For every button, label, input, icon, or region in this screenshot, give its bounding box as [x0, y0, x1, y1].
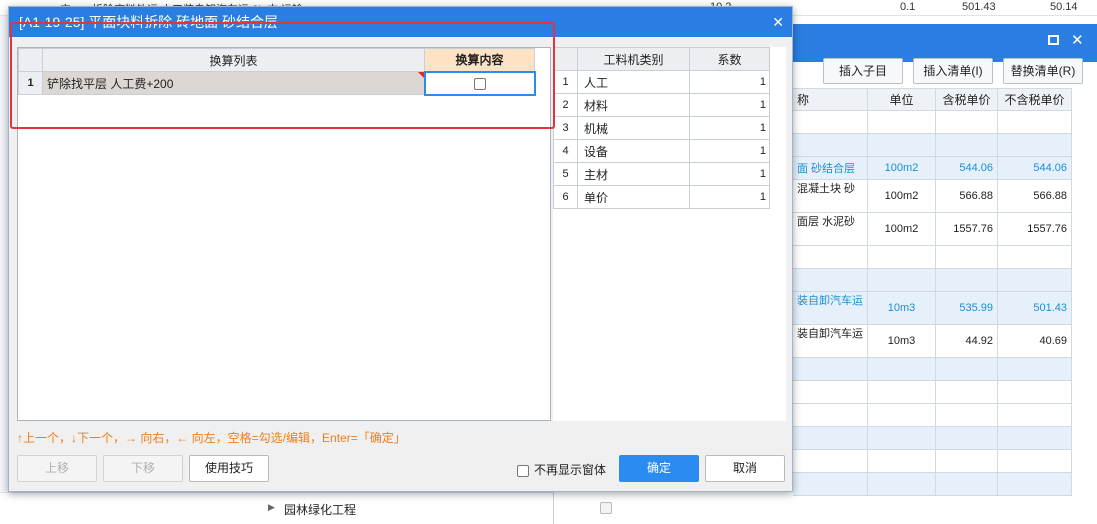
row-index: 1: [18, 71, 43, 95]
list-panel-titlebar: ✕: [792, 24, 1097, 62]
table-row[interactable]: 装自卸汽车运 10m3 535.99 501.43: [792, 291, 1072, 325]
move-up-button[interactable]: 上移: [17, 455, 97, 482]
replace-list-button[interactable]: 替换清单(R): [1003, 58, 1083, 84]
confirm-button[interactable]: 确定: [619, 455, 699, 482]
col-material-type-header: 工料机类别: [577, 47, 690, 71]
conversion-item-cell[interactable]: 铲除找平层 人工费+200: [42, 71, 425, 95]
col-conversion-list-header: 换算列表: [42, 48, 425, 72]
insert-list-button[interactable]: 插入清单(I): [913, 58, 993, 84]
tree-expand-icon[interactable]: ▶: [268, 502, 275, 513]
no-show-again-option[interactable]: 不再显示窗体: [517, 461, 606, 478]
conversion-content-cell[interactable]: [423, 70, 536, 96]
tree-item[interactable]: 园林绿化工程: [284, 501, 356, 518]
table-row[interactable]: 4 设备 1: [553, 139, 770, 163]
move-down-button[interactable]: 下移: [103, 455, 183, 482]
bottom-grid-fragment: [553, 492, 793, 524]
col-untaxed-price-header: 不含税单价: [997, 88, 1072, 111]
insert-child-button[interactable]: 插入子目: [823, 58, 903, 84]
dialog-title: [A1-19-25] 平面块料拆除 砖地面 砂结合层: [19, 14, 279, 30]
maximize-icon[interactable]: [1048, 35, 1059, 45]
row-checkbox[interactable]: [600, 502, 612, 514]
table-row[interactable]: 面层 水泥砂 100m2 1557.76 1557.76: [792, 212, 1072, 246]
material-type-grid: 工料机类别 系数 1 人工 1 2 材料 1 3 机械 1 4 设备 1 5 主材 1 6 单价 1: [553, 47, 786, 421]
conversion-checkbox[interactable]: [473, 77, 486, 90]
close-icon[interactable]: ✕: [1071, 31, 1084, 49]
top-row-v4: 50.14: [1050, 1, 1078, 13]
table-row[interactable]: 5 主材 1: [553, 162, 770, 186]
keyboard-hint: ↑上一个，↓下一个，→ 向右，← 向左，空格=勾选/编辑，Enter=「确定」: [17, 431, 406, 445]
table-row[interactable]: 6 单价 1: [553, 185, 770, 209]
table-row[interactable]: 混凝土块 砂 100m2 566.88 566.88: [792, 179, 1072, 213]
conversion-item-name: 铲除找平层 人工费+200: [47, 76, 174, 91]
dialog-titlebar: [A1-19-25] 平面块料拆除 砖地面 砂结合层 ✕: [9, 7, 792, 37]
table-row[interactable]: 2 材料 1: [553, 93, 770, 117]
table-row[interactable]: 1 人工 1: [553, 70, 770, 94]
col-coefficient-header: 系数: [689, 47, 770, 71]
top-row-v3: 501.43: [962, 1, 996, 13]
top-row-v2: 0.1: [900, 1, 916, 13]
table-row[interactable]: 1 铲除找平层 人工费+200: [18, 70, 536, 96]
price-table: 称 单位 含税单价 不含税单价 面 砂结合层 100m2 544.06 544.…: [792, 88, 1072, 496]
col-unit-header: 单位: [867, 88, 936, 111]
table-row[interactable]: 3 机械 1: [553, 116, 770, 140]
close-icon[interactable]: ✕: [772, 7, 784, 37]
col-taxed-price-header: 含税单价: [935, 88, 998, 111]
col-conversion-content-header: 换算内容: [424, 48, 535, 72]
table-row[interactable]: 装自卸汽车运 10m3 44.92 40.69: [792, 324, 1072, 358]
usage-tips-button[interactable]: 使用技巧: [189, 455, 269, 482]
cancel-button[interactable]: 取消: [705, 455, 785, 482]
comment-marker-icon: [417, 72, 424, 78]
col-name-header: 称: [792, 88, 868, 111]
table-row[interactable]: 面 砂结合层 100m2 544.06 544.06: [792, 156, 1072, 180]
conversion-dialog: [A1-19-25] 平面块料拆除 砖地面 砂结合层 ✕ 换算列表 换算内容 1…: [8, 6, 793, 492]
no-show-again-label: 不再显示窗体: [534, 463, 607, 477]
no-show-again-checkbox[interactable]: [517, 464, 529, 477]
conversion-list-grid: 换算列表 换算内容 1 铲除找平层 人工费+200: [17, 47, 551, 421]
